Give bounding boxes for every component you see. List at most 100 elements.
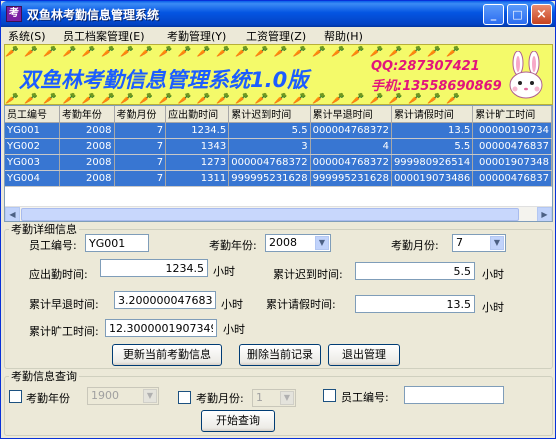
start-search-button[interactable]: 开始查询 [201, 410, 275, 432]
year-select[interactable]: 2008 ▼ [265, 234, 331, 252]
table-row[interactable]: YG002 2008 7 1343 3 4 5.5 00000476837 [5, 138, 552, 155]
query-month-select[interactable]: 1 ▼ [252, 389, 296, 407]
table-cell[interactable]: 2008 [59, 122, 115, 139]
month-filter-checkbox[interactable] [178, 391, 191, 404]
column-header[interactable]: 应出勤时间 [165, 106, 230, 123]
title-bar: 考 双鱼林考勤信息管理系统 _ □ × [1, 1, 555, 27]
early-leave-field[interactable] [114, 291, 216, 309]
table-cell[interactable]: 4 [310, 138, 392, 155]
table-cell[interactable]: 00000476837 [472, 138, 552, 155]
horizontal-scrollbar[interactable]: ◀ ▶ [5, 206, 552, 221]
table-cell[interactable]: 000004768372 [228, 154, 311, 171]
table-cell[interactable]: 2008 [59, 138, 115, 155]
query-legend: 考勤信息查询 [11, 370, 77, 383]
year-filter-checkbox[interactable] [9, 390, 22, 403]
chevron-down-icon[interactable]: ▼ [315, 236, 329, 250]
update-attendance-button[interactable]: 更新当前考勤信息 [112, 344, 222, 366]
menu-system[interactable]: 系统(S) [8, 28, 46, 44]
banner-title: 双鱼林考勤信息管理系统1.0版 [19, 68, 309, 92]
menu-bar: 系统(S) 员工档案管理(E) 考勤管理(Y) 工资管理(Z) 帮助(H) [1, 27, 555, 44]
table-cell[interactable]: YG003 [5, 154, 60, 171]
table-cell[interactable]: 5.5 [228, 122, 311, 139]
table-cell[interactable]: 000004768372 [310, 154, 392, 171]
table-cell[interactable]: 999995231628 [310, 170, 392, 187]
attendance-field[interactable] [100, 259, 208, 277]
table-cell[interactable]: 000004768372 [310, 122, 392, 139]
column-header[interactable]: 累计早退时间 [310, 106, 392, 123]
table-cell[interactable]: 3 [228, 138, 311, 155]
table-cell[interactable]: 1234.5 [165, 122, 230, 139]
table-cell[interactable]: YG004 [5, 170, 60, 187]
scroll-right-icon[interactable]: ▶ [537, 207, 552, 221]
app-icon: 考 [6, 6, 22, 22]
table-cell[interactable]: YG001 [5, 122, 60, 139]
query-year-value: 1900 [91, 389, 119, 402]
late-field[interactable] [355, 262, 475, 280]
table-row[interactable]: YG001 2008 7 1234.5 5.5 000004768372 13.… [5, 122, 552, 139]
main-window: 考 双鱼林考勤信息管理系统 _ □ × 系统(S) 员工档案管理(E) 考勤管理… [0, 0, 556, 439]
banner-qq: QQ:287307421 [371, 59, 480, 74]
table-header-row: 员工编号 考勤年份 考勤月份 应出勤时间 累计迟到时间 累计早退时间 累计请假时… [5, 106, 552, 123]
column-header[interactable]: 考勤月份 [114, 106, 167, 123]
table-cell[interactable]: 13.5 [391, 122, 474, 139]
table-cell[interactable]: 7 [114, 138, 167, 155]
attendance-unit: 小时 [213, 265, 235, 278]
chevron-down-icon[interactable]: ▼ [143, 389, 157, 403]
menu-employee-records[interactable]: 员工档案管理(E) [63, 28, 145, 44]
close-button[interactable]: × [531, 4, 552, 25]
menu-help[interactable]: 帮助(H) [324, 28, 363, 44]
employee-filter-checkbox[interactable] [323, 389, 336, 402]
menu-attendance[interactable]: 考勤管理(Y) [167, 28, 226, 44]
table-cell[interactable]: 999980926514 [391, 154, 474, 171]
column-header[interactable]: 考勤年份 [59, 106, 115, 123]
table-cell[interactable]: 7 [114, 154, 167, 171]
late-unit: 小时 [482, 268, 504, 281]
delete-record-button[interactable]: 删除当前记录 [239, 344, 321, 366]
table-cell[interactable]: 1311 [165, 170, 230, 187]
table-cell[interactable]: 00000476837 [472, 170, 552, 187]
table-row[interactable]: YG003 2008 7 1273 000004768372 000004768… [5, 154, 552, 171]
maximize-button[interactable]: □ [507, 4, 528, 25]
scroll-left-icon[interactable]: ◀ [5, 207, 20, 221]
scrollbar-thumb[interactable] [21, 208, 519, 221]
table-cell[interactable]: 000019073486 [391, 170, 474, 187]
column-header[interactable]: 累计请假时间 [391, 106, 474, 123]
menu-salary[interactable]: 工资管理(Z) [246, 28, 306, 44]
table-cell[interactable]: 00000190734 [472, 122, 552, 139]
query-employee-label: 员工编号: [341, 391, 389, 404]
table-cell[interactable]: 999995231628 [228, 170, 311, 187]
employee-id-label: 员工编号: [29, 239, 77, 252]
absent-field[interactable] [105, 319, 217, 337]
query-year-select[interactable]: 1900 ▼ [87, 387, 159, 405]
table-cell[interactable]: 7 [114, 170, 167, 187]
table-cell[interactable]: 00001907348 [472, 154, 552, 171]
attendance-label: 应出勤时间: [29, 268, 88, 281]
attendance-table[interactable]: 员工编号 考勤年份 考勤月份 应出勤时间 累计迟到时间 累计早退时间 累计请假时… [4, 105, 553, 222]
minimize-button[interactable]: _ [483, 4, 504, 25]
exit-management-button[interactable]: 退出管理 [328, 344, 400, 366]
employee-id-field[interactable] [85, 234, 149, 252]
query-month-label: 考勤月份: [196, 392, 244, 405]
table-cell[interactable]: 1273 [165, 154, 230, 171]
table-row[interactable]: YG004 2008 7 1311 999995231628 999995231… [5, 170, 552, 187]
table-cell[interactable]: 2008 [59, 154, 115, 171]
table-cell[interactable]: 2008 [59, 170, 115, 187]
chevron-down-icon[interactable]: ▼ [280, 391, 294, 405]
table-cell[interactable]: 1343 [165, 138, 230, 155]
bunny-icon [509, 51, 543, 99]
early-leave-label: 累计早退时间: [29, 298, 99, 311]
chevron-down-icon[interactable]: ▼ [490, 236, 504, 250]
query-employee-field[interactable] [404, 386, 504, 404]
table-cell[interactable]: 7 [114, 122, 167, 139]
early-leave-unit: 小时 [221, 298, 243, 311]
late-label: 累计迟到时间: [273, 268, 343, 281]
column-header[interactable]: 累计迟到时间 [228, 106, 311, 123]
leave-field[interactable] [355, 295, 475, 313]
absent-unit: 小时 [223, 323, 245, 336]
table-cell[interactable]: YG002 [5, 138, 60, 155]
column-header[interactable]: 累计旷工时间 [472, 106, 552, 123]
month-select[interactable]: 7 ▼ [452, 234, 506, 252]
column-header[interactable]: 员工编号 [5, 106, 60, 123]
table-cell[interactable]: 5.5 [391, 138, 474, 155]
query-month-value: 1 [256, 391, 263, 404]
